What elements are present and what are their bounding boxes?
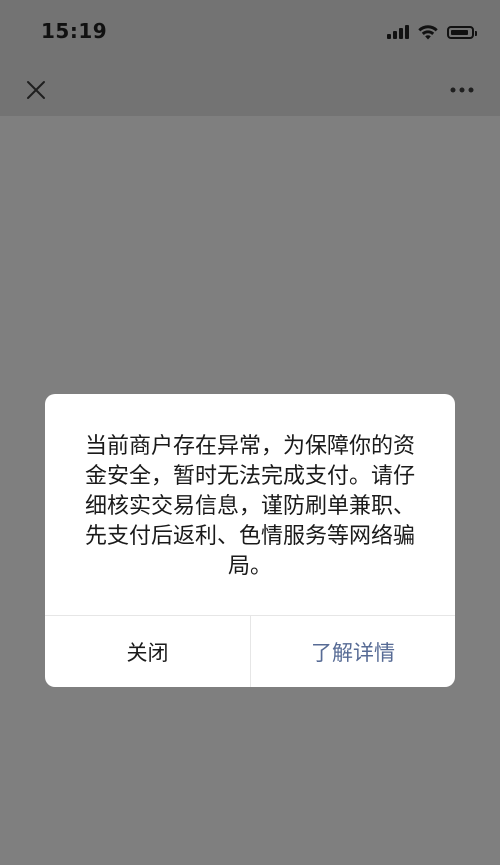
close-dialog-button[interactable]: 关闭 bbox=[45, 616, 250, 687]
close-icon bbox=[27, 81, 45, 99]
status-icons bbox=[387, 22, 477, 42]
learn-more-button[interactable]: 了解详情 bbox=[251, 616, 455, 687]
status-time: 15:19 bbox=[41, 19, 108, 43]
payment-warning-dialog: 当前商户存在异常，为保障你的资金安全，暂时无法完成支付。请仔细核实交易信息，谨防… bbox=[45, 394, 455, 687]
signal-icon bbox=[387, 25, 411, 39]
nav-bar bbox=[0, 62, 500, 116]
wifi-icon bbox=[418, 25, 438, 40]
status-bar: 15:19 bbox=[0, 0, 500, 62]
close-button[interactable] bbox=[24, 78, 48, 102]
dialog-message: 当前商户存在异常，为保障你的资金安全，暂时无法完成支付。请仔细核实交易信息，谨防… bbox=[84, 434, 415, 579]
more-button[interactable] bbox=[448, 78, 476, 102]
more-horizontal-icon bbox=[450, 87, 474, 93]
battery-icon bbox=[447, 25, 477, 39]
